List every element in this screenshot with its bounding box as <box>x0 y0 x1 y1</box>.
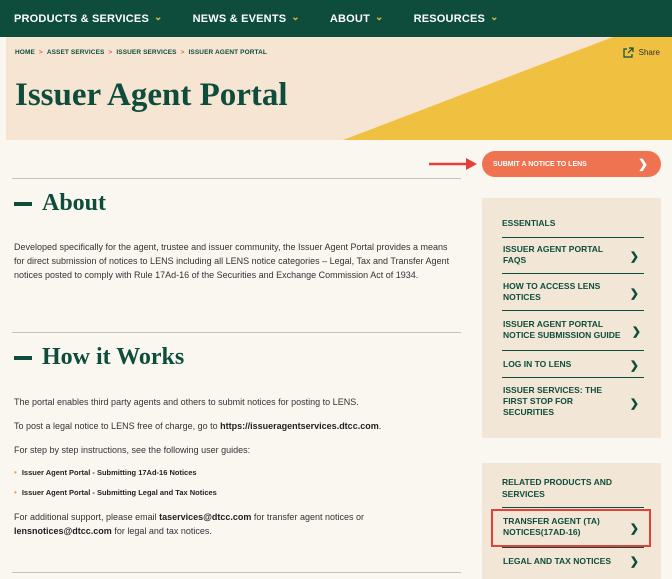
chevron-right-icon: ❯ <box>629 251 639 263</box>
how-paragraph-4-suffix: for legal and tax notices. <box>111 526 212 536</box>
how-paragraph-2-text: To post a legal notice to LENS free of c… <box>14 421 221 431</box>
guide-link-legal-tax[interactable]: • Issuer Agent Portal - Submitting Legal… <box>14 488 217 497</box>
nav-item-news[interactable]: NEWS & EVENTS ⌄ <box>192 12 300 25</box>
chevron-right-icon: ❯ <box>637 157 648 171</box>
chevron-down-icon: ⌄ <box>374 12 384 23</box>
annotation-arrow-icon <box>429 158 477 170</box>
essentials-item-label: ISSUER AGENT PORTAL FAQS <box>503 244 603 265</box>
bullet-icon: • <box>14 468 17 477</box>
breadcrumb-current: ISSUER AGENT PORTAL <box>188 49 267 56</box>
breadcrumb-home[interactable]: HOME <box>15 49 35 56</box>
essentials-item-label: ISSUER SERVICES: THE FIRST STOP FOR SECU… <box>503 385 603 417</box>
essentials-item-guide[interactable]: ISSUER AGENT PORTAL NOTICE SUBMISSION GU… <box>502 310 644 350</box>
about-paragraph: Developed specifically for the agent, tr… <box>14 242 450 280</box>
how-paragraph-4-text: For additional support, please email <box>14 512 160 522</box>
page-title: Issuer Agent Portal <box>15 77 288 113</box>
share-button[interactable]: Share <box>623 47 660 58</box>
bullet-icon: • <box>14 488 17 497</box>
breadcrumb: HOME > ASSET SERVICES > ISSUER SERVICES … <box>15 49 267 56</box>
how-paragraph-4: For additional support, please email tas… <box>14 510 459 538</box>
share-icon <box>623 47 634 58</box>
nav-item-about[interactable]: ABOUT ⌄ <box>329 12 384 25</box>
breadcrumb-separator-icon: > <box>108 49 113 56</box>
related-item-label: LEGAL AND TAX NOTICES <box>503 556 611 566</box>
nav-item-resources[interactable]: RESOURCES ⌄ <box>413 12 499 25</box>
how-paragraph-3: For step by step instructions, see the f… <box>14 445 251 455</box>
nav-item-label: RESOURCES <box>413 12 486 25</box>
chevron-right-icon: ❯ <box>629 360 639 372</box>
related-item-legal-tax[interactable]: LEGAL AND TAX NOTICES ❯ <box>502 547 644 575</box>
chevron-right-icon: ❯ <box>629 556 639 568</box>
guide-link-17ad16[interactable]: • Issuer Agent Portal - Submitting 17Ad-… <box>14 468 197 477</box>
essentials-item-label: LOG IN TO LENS <box>503 359 572 369</box>
breadcrumb-asset-services[interactable]: ASSET SERVICES <box>47 49 105 56</box>
divider <box>12 572 461 573</box>
divider <box>12 332 461 333</box>
annotation-highlight-box <box>491 509 651 547</box>
essentials-panel: ESSENTIALS ISSUER AGENT PORTAL FAQS ❯ HO… <box>482 198 661 438</box>
how-paragraph-2: To post a legal notice to LENS free of c… <box>14 419 459 433</box>
nav-item-label: NEWS & EVENTS <box>192 12 287 25</box>
ta-email-link[interactable]: taservices@dtcc.com <box>159 512 251 522</box>
essentials-item-login[interactable]: LOG IN TO LENS ❯ <box>502 350 644 377</box>
chevron-right-icon: ❯ <box>629 288 639 300</box>
guide-label: Issuer Agent Portal - Submitting Legal a… <box>21 488 217 497</box>
how-paragraph-2-suffix: . <box>378 421 382 431</box>
essentials-item-faqs[interactable]: ISSUER AGENT PORTAL FAQS ❯ <box>502 237 644 273</box>
submit-notice-label: SUBMIT A NOTICE TO LENS <box>493 160 587 168</box>
chevron-down-icon: ⌄ <box>154 12 163 23</box>
chevron-down-icon: ⌄ <box>291 12 300 23</box>
chevron-right-icon: ❯ <box>631 326 641 338</box>
about-heading-text: About <box>42 190 107 216</box>
breadcrumb-issuer-services[interactable]: ISSUER SERVICES <box>116 49 176 56</box>
essentials-item-label: ISSUER AGENT PORTAL NOTICE SUBMISSION GU… <box>503 319 621 340</box>
essentials-item-access[interactable]: HOW TO ACCESS LENS NOTICES ❯ <box>502 273 644 310</box>
how-heading-text: How it Works <box>42 344 185 370</box>
nav-item-label: PRODUCTS & SERVICES <box>14 12 150 25</box>
divider <box>12 178 461 179</box>
top-nav: PRODUCTS & SERVICES ⌄ NEWS & EVENTS ⌄ AB… <box>0 0 672 37</box>
guide-label: Issuer Agent Portal - Submitting 17Ad-16… <box>21 468 197 477</box>
nav-item-products[interactable]: PRODUCTS & SERVICES ⌄ <box>14 12 163 25</box>
breadcrumb-separator-icon: > <box>180 49 185 56</box>
submit-notice-button[interactable]: SUBMIT A NOTICE TO LENS ❯ <box>482 151 661 177</box>
essentials-item-label: HOW TO ACCESS LENS NOTICES <box>503 281 601 302</box>
chevron-down-icon: ⌄ <box>490 12 499 23</box>
share-label: Share <box>638 48 660 57</box>
essentials-item-issuer-services[interactable]: ISSUER SERVICES: THE FIRST STOP FOR SECU… <box>502 377 644 427</box>
about-heading: About <box>14 190 106 217</box>
how-paragraph-4-mid: for transfer agent notices or <box>251 512 364 522</box>
heading-dash <box>14 355 32 360</box>
portal-link[interactable]: https://issueragentservices.dtcc.com <box>220 421 379 431</box>
how-heading: How it Works <box>14 344 184 371</box>
nav-item-label: ABOUT <box>329 12 370 25</box>
related-heading: RELATED PRODUCTS AND SERVICES <box>502 477 613 499</box>
how-paragraph-1: The portal enables third party agents an… <box>14 397 359 407</box>
breadcrumb-separator-icon: > <box>38 49 43 56</box>
hero-banner: HOME > ASSET SERVICES > ISSUER SERVICES … <box>6 37 672 140</box>
lens-email-link[interactable]: lensnotices@dtcc.com <box>14 526 112 536</box>
chevron-right-icon: ❯ <box>629 398 639 410</box>
heading-dash <box>14 201 32 206</box>
essentials-heading: ESSENTIALS <box>502 218 556 228</box>
